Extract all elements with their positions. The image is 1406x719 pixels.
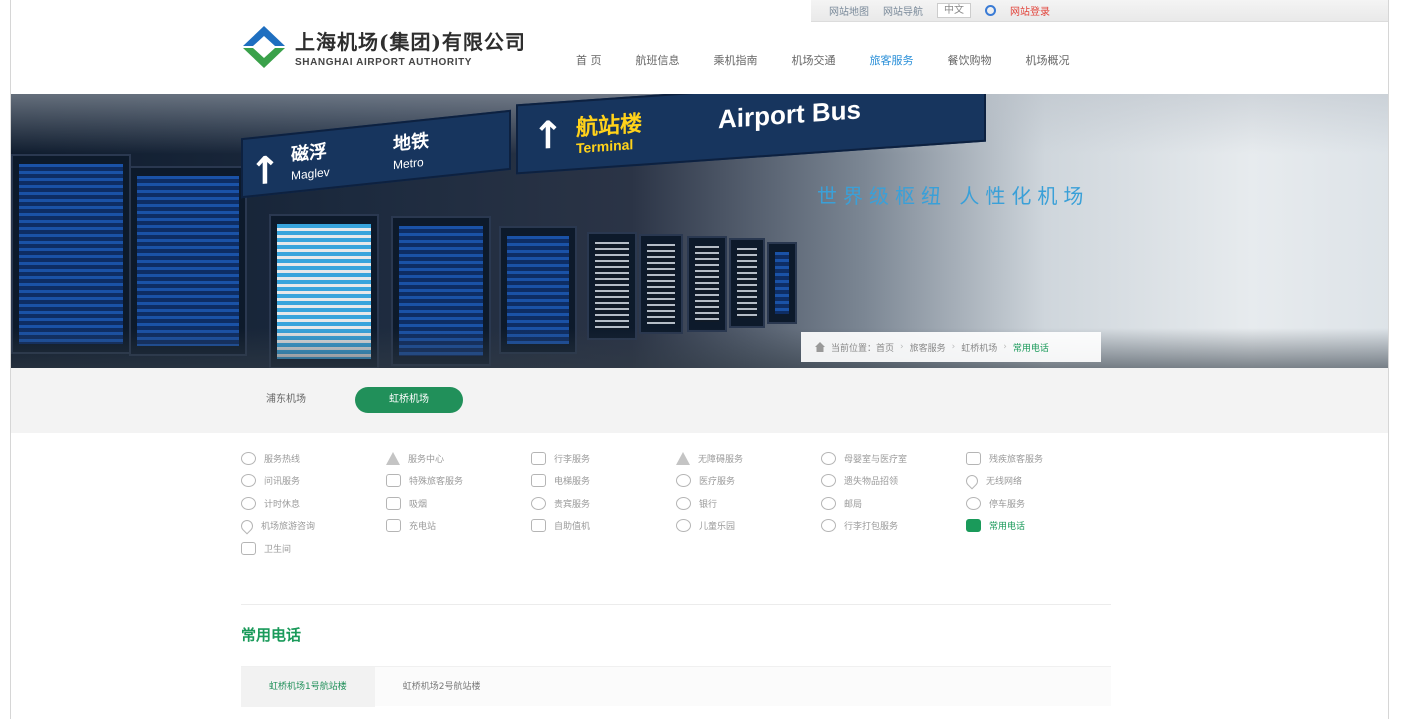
service-row: 计时休息 吸烟 贵宾服务 银行 邮局 停车服务 xyxy=(241,492,1111,515)
service-item[interactable]: 特殊旅客服务 xyxy=(386,474,531,488)
post-office-icon xyxy=(821,496,836,510)
bank-icon xyxy=(676,496,691,510)
service-item[interactable]: 服务热线 xyxy=(241,451,386,465)
service-item[interactable]: 电梯服务 xyxy=(531,474,676,488)
breadcrumb-current: 常用电话 xyxy=(1012,343,1049,354)
playground-icon xyxy=(676,519,691,533)
tab-hongqiao[interactable]: 虹桥机场 xyxy=(355,387,463,413)
service-item[interactable]: 问讯服务 xyxy=(241,474,386,488)
breadcrumb-hongqiao[interactable]: 虹桥机场 xyxy=(961,341,997,354)
baggage-wrap-icon xyxy=(821,519,836,533)
breadcrumb-home[interactable]: 当前位置：首页 xyxy=(831,341,894,354)
breadcrumb-separator: › xyxy=(1003,342,1007,352)
tab-terminal-2[interactable]: 虹桥机场2号航站楼 xyxy=(375,667,509,707)
section-title: 常用电话 xyxy=(241,626,302,644)
service-item[interactable]: 残疾旅客服务 xyxy=(966,451,1111,465)
special-passenger-icon xyxy=(386,474,401,488)
tab-terminal-1[interactable]: 虹桥机场1号航站楼 xyxy=(241,666,375,707)
restroom-icon xyxy=(241,541,256,555)
home-icon xyxy=(815,342,825,352)
baby-room-icon xyxy=(821,451,836,465)
hero-banner: ↑ 磁浮 Maglev 地铁 Metro ↑ 航站楼 Terminal Airp… xyxy=(11,94,1388,368)
service-item[interactable]: 停车服务 xyxy=(966,496,1111,510)
service-item[interactable]: 母婴室与医疗室 xyxy=(821,451,966,465)
service-item[interactable]: 吸烟 xyxy=(386,496,531,510)
service-item[interactable]: 卫生间 xyxy=(241,541,386,555)
service-row: 机场旅游咨询 充电站 自助值机 儿童乐园 行李打包服务 常用电话 xyxy=(238,515,1111,538)
service-row: 卫生间 xyxy=(241,537,1111,560)
airport-logo-icon xyxy=(243,26,285,68)
banner-screen xyxy=(687,236,727,332)
service-item[interactable]: 医疗服务 xyxy=(676,474,821,488)
service-item[interactable]: 行李打包服务 xyxy=(821,519,966,533)
banner-screen xyxy=(639,234,683,334)
service-item[interactable]: 计时休息 xyxy=(241,496,386,510)
location-icon xyxy=(238,517,256,535)
terminal-bus-sign: ↑ 航站楼 Terminal Airport Bus xyxy=(516,94,986,175)
banner-screen xyxy=(587,232,637,340)
service-desk-icon xyxy=(386,451,400,465)
service-grid: 服务热线 服务中心 行李服务 无障碍服务 母婴室与医疗室 残疾旅客服务 问讯服务… xyxy=(238,447,1111,560)
parking-icon xyxy=(966,496,981,510)
service-row: 问讯服务 特殊旅客服务 电梯服务 医疗服务 遗失物品招领 无线网络 xyxy=(241,470,1111,493)
service-item[interactable]: 机场旅游咨询 xyxy=(238,517,386,535)
service-item[interactable]: 行李服务 xyxy=(531,451,676,465)
accessibility-icon xyxy=(676,451,690,465)
tab-pudong[interactable]: 浦东机场 xyxy=(236,387,336,413)
luggage-icon xyxy=(531,451,546,465)
service-item[interactable]: 服务中心 xyxy=(386,451,531,465)
charging-icon xyxy=(386,519,401,533)
breadcrumb-separator: › xyxy=(900,342,904,352)
nav-item-shopping[interactable]: 餐饮购物 xyxy=(931,52,1009,70)
nav-item-transport[interactable]: 机场交通 xyxy=(775,52,853,70)
service-item[interactable]: 贵宾服务 xyxy=(531,496,676,510)
banner-screen xyxy=(11,154,131,354)
service-item[interactable]: 儿童乐园 xyxy=(676,519,821,533)
logo-title-cn: 上海机场(集团)有限公司 xyxy=(295,30,526,54)
info-icon xyxy=(241,474,256,488)
service-item-phone[interactable]: 常用电话 xyxy=(966,519,1111,533)
vip-icon xyxy=(531,496,546,510)
service-item[interactable]: 银行 xyxy=(676,496,821,510)
banner-slogan: 世界级枢纽 人性化机场 xyxy=(817,184,1090,208)
banner-screen xyxy=(729,238,765,328)
service-item[interactable]: 遗失物品招领 xyxy=(821,474,966,488)
site-logo[interactable]: 上海机场(集团)有限公司 SHANGHAI AIRPORT AUTHORITY xyxy=(241,24,526,70)
service-item[interactable]: 自助值机 xyxy=(531,519,676,533)
main-nav: 首 页 航班信息 乘机指南 机场交通 旅客服务 餐饮购物 机场概况 xyxy=(559,52,1087,70)
wifi-icon xyxy=(963,472,981,490)
nav-item-flights[interactable]: 航班信息 xyxy=(619,52,697,70)
section-divider xyxy=(241,604,1111,605)
banner-floor xyxy=(11,328,1388,368)
nav-item-about[interactable]: 机场概况 xyxy=(1009,52,1087,70)
lost-found-icon xyxy=(821,474,836,488)
clock-icon xyxy=(241,496,256,510)
breadcrumb-services[interactable]: 旅客服务 xyxy=(910,341,946,354)
nav-item-guide[interactable]: 乘机指南 xyxy=(697,52,775,70)
page-frame: 网站地图 网站导航 中文 网站登录 上海机场(集团)有限公司 SHANGHAI … xyxy=(10,0,1389,719)
phone-icon xyxy=(966,519,981,533)
self-checkin-icon xyxy=(531,519,546,533)
breadcrumb: 当前位置：首页 › 旅客服务 › 虹桥机场 › 常用电话 xyxy=(801,332,1101,362)
service-item[interactable]: 无障碍服务 xyxy=(676,451,821,465)
smoking-icon xyxy=(386,496,401,510)
wheelchair-icon xyxy=(966,451,981,465)
elevator-icon xyxy=(531,474,546,488)
site-header: 上海机场(集团)有限公司 SHANGHAI AIRPORT AUTHORITY … xyxy=(11,0,1388,94)
airport-tab-bar: 浦东机场 虹桥机场 xyxy=(11,368,1388,433)
service-item[interactable]: 充电站 xyxy=(386,519,531,533)
medical-icon xyxy=(676,474,691,488)
nav-item-home[interactable]: 首 页 xyxy=(559,52,619,70)
phone-tab-bar: 虹桥机场1号航站楼 虹桥机场2号航站楼 xyxy=(241,666,1111,707)
service-item[interactable]: 无线网络 xyxy=(963,472,1111,490)
chat-icon xyxy=(241,451,256,465)
logo-title-en: SHANGHAI AIRPORT AUTHORITY xyxy=(295,57,473,68)
nav-item-services[interactable]: 旅客服务 xyxy=(853,52,931,70)
service-item[interactable]: 邮局 xyxy=(821,496,966,510)
banner-screen xyxy=(767,242,797,324)
breadcrumb-separator: › xyxy=(951,342,956,352)
service-row: 服务热线 服务中心 行李服务 无障碍服务 母婴室与医疗室 残疾旅客服务 xyxy=(241,447,1111,470)
